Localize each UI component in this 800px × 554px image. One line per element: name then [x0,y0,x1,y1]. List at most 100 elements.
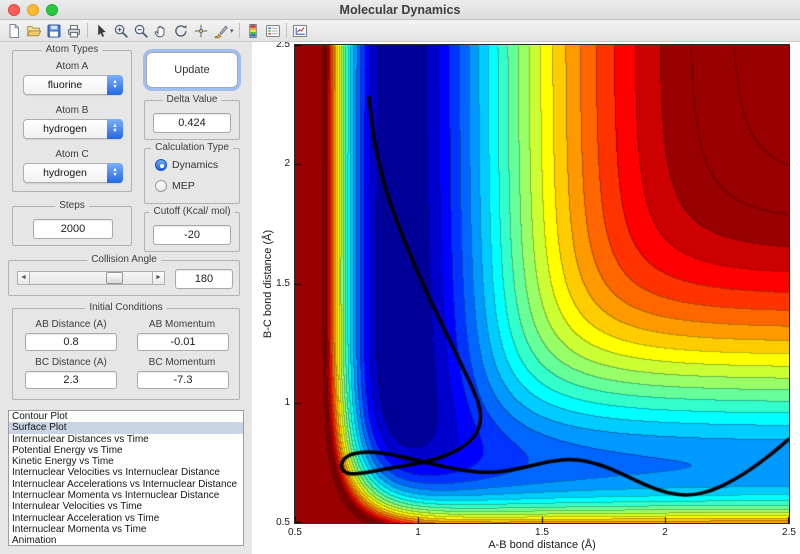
list-item[interactable]: Internulear Velocities vs Time [9,501,243,512]
y-tick-label: 1 [284,397,290,408]
list-item[interactable]: Internuclear Acceleration vs Time [9,513,243,524]
figure-toolbar: ▾ [0,20,800,42]
bc-distance-label: BC Distance (A) [35,357,107,368]
slider-thumb[interactable] [105,272,123,284]
update-button-label: Update [174,64,210,76]
x-tick-label: 2 [662,527,668,538]
dynamics-radio-row[interactable]: Dynamics [155,159,218,171]
mep-radio[interactable] [155,180,167,192]
zoom-out-button[interactable] [131,21,151,41]
initial-conditions-panel: Initial Conditions AB Distance (A) AB Mo… [12,302,240,400]
save-figure-button[interactable] [44,21,64,41]
legend-icon [265,24,280,37]
bc-distance-input[interactable] [25,371,117,389]
dynamics-radio-label: Dynamics [172,159,219,171]
list-item[interactable]: Internuclear Accelerations vs Internucle… [9,479,243,490]
collision-angle-panel: Collision Angle ◄ ► [8,254,240,296]
ab-distance-input[interactable] [25,333,117,351]
plot-browser-icon [292,24,307,37]
delta-value-panel: Delta Value [144,94,240,140]
edit-pointer-button[interactable] [91,21,111,41]
x-tick-label: 1.5 [535,527,549,538]
cutoff-panel: Cutoff (Kcal/ mol) [144,206,240,252]
delta-value-input[interactable] [153,113,231,133]
list-item[interactable]: Internuclear Momenta vs Internuclear Dis… [9,490,243,501]
printer-icon [68,24,80,38]
ab-momentum-input[interactable] [137,333,229,351]
y-tick-label: 1.5 [276,278,290,289]
atom-b-popup[interactable]: hydrogen ▲ ▼ [23,119,123,139]
open-file-button[interactable] [24,21,44,41]
zoom-out-icon [134,24,148,38]
steps-panel: Steps [12,200,132,246]
list-item[interactable]: Animation [9,535,243,545]
atom-types-title: Atom Types [41,44,103,55]
atom-a-popup[interactable]: fluorine ▲ ▼ [23,75,123,95]
slider-left-arrow[interactable]: ◄ [17,271,30,285]
open-folder-icon [26,25,42,36]
cutoff-title: Cutoff (Kcal/ mol) [149,206,235,217]
cutoff-input[interactable] [153,225,231,245]
toolbar-separator [87,23,88,38]
slider-right-arrow[interactable]: ► [152,271,165,285]
initial-conditions-title: Initial Conditions [85,302,167,313]
bc-momentum-label: BC Momentum [148,357,216,368]
colorbar-icon [248,23,257,38]
dynamics-radio[interactable] [155,159,167,171]
list-item[interactable]: Internuclear Velocities vs Internuclear … [9,467,243,478]
save-floppy-icon [47,24,61,37]
titlebar: Molecular Dynamics [0,0,800,20]
list-item[interactable]: Potential Energy vs Time [9,445,243,456]
insert-colorbar-button[interactable] [243,21,263,41]
list-item[interactable]: Contour Plot [9,411,243,422]
brush-button[interactable]: ▾ [211,21,236,41]
new-figure-icon [9,23,19,38]
insert-legend-button[interactable] [263,21,283,41]
data-cursor-button[interactable] [191,21,211,41]
atom-a-label: Atom A [55,61,89,72]
steps-input[interactable] [33,219,113,239]
print-figure-button[interactable] [64,21,84,41]
data-cursor-icon [194,24,208,37]
x-axis-label: A-B bond distance (Å) [488,539,596,551]
new-figure-button[interactable] [4,21,24,41]
rotate-3d-icon [175,24,187,37]
list-item[interactable]: Internuclear Momenta vs Time [9,524,243,535]
collision-angle-slider[interactable]: ◄ ► [17,271,165,285]
popup-arrows-icon: ▲ ▼ [107,75,123,95]
slider-track[interactable] [30,271,152,285]
x-tick-label: 2.5 [782,527,796,538]
minimize-button[interactable] [27,4,39,16]
atom-types-panel: Atom Types Atom A fluorine ▲ ▼ Atom B hyd… [12,44,132,192]
atom-c-label: Atom C [55,149,89,160]
atom-c-popup[interactable]: hydrogen ▲ ▼ [23,163,123,183]
plot-type-listbox: Contour Plot Surface Plot Internuclear D… [8,410,244,546]
list-item[interactable]: Kinetic Energy vs Time [9,456,243,467]
steps-title: Steps [55,200,89,211]
toolbar-separator [238,23,240,38]
collision-angle-title: Collision Angle [87,254,161,265]
calculation-type-title: Calculation Type [151,142,233,153]
calculation-type-panel: Calculation Type Dynamics MEP [144,142,240,204]
ab-distance-label: AB Distance (A) [35,319,107,330]
zoom-in-icon [114,24,128,38]
popup-arrows-icon: ▲ ▼ [107,163,123,183]
contour-plot-axes[interactable] [294,44,790,524]
toolbar-separator [285,23,287,38]
potential-surface-canvas[interactable] [295,45,789,523]
bc-momentum-input[interactable] [137,371,229,389]
list-item-selected[interactable]: Surface Plot [9,422,243,434]
zoom-window-button[interactable] [46,4,58,16]
collision-angle-input[interactable] [175,269,233,289]
mep-radio-row[interactable]: MEP [155,180,195,192]
update-button[interactable]: Update [146,52,238,88]
rotate-3d-button[interactable] [171,21,191,41]
mep-radio-label: MEP [172,180,195,192]
plot-browser-button[interactable] [290,21,310,41]
delta-value-title: Delta Value [162,94,222,105]
list-item[interactable]: Internuclear Distances vs Time [9,434,243,445]
pan-button[interactable] [151,21,171,41]
brush-menu-caret[interactable]: ▾ [230,27,234,35]
close-button[interactable] [8,4,20,16]
zoom-in-button[interactable] [111,21,131,41]
